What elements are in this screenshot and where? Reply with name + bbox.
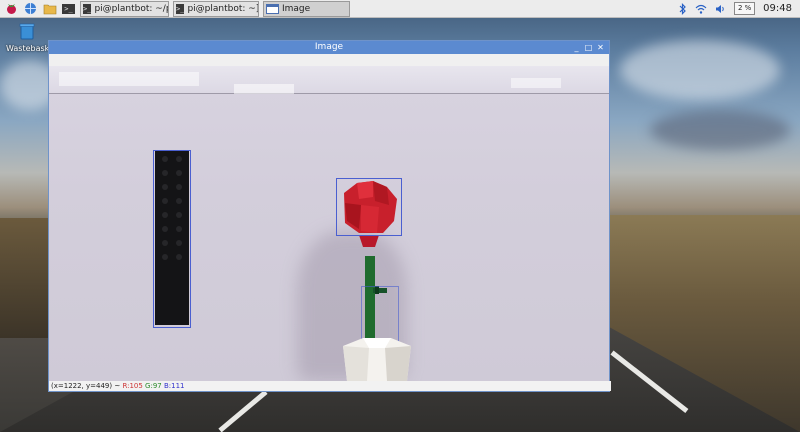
- wifi-icon[interactable]: [695, 4, 707, 14]
- camera-image[interactable]: [49, 66, 609, 381]
- clock[interactable]: 09:48: [763, 3, 792, 14]
- task-terminal-2[interactable]: >_ pi@plantbot: ~]: [173, 0, 259, 17]
- close-button[interactable]: ✕: [596, 43, 605, 52]
- maximize-button[interactable]: □: [584, 43, 593, 52]
- terminal-icon: >_: [83, 3, 92, 14]
- status-bar: (x=1222, y=449) ~ R:105 G:97 B:111: [49, 381, 611, 391]
- task-image-window[interactable]: Image: [263, 0, 350, 17]
- raspberry-menu-icon[interactable]: [4, 2, 19, 16]
- file-manager-icon[interactable]: [42, 2, 57, 16]
- green-value: G:97: [145, 382, 162, 390]
- trash-icon: [19, 23, 35, 40]
- system-tray: 2 % 09:48: [679, 0, 800, 17]
- terminal-icon: >_: [176, 3, 185, 14]
- image-window: Image _ □ ✕ (x=1222, y=449) ~ R:105 G:97…: [48, 40, 611, 392]
- blue-value: B:111: [163, 382, 185, 390]
- taskbar: >_ >_ pi@plantbot: ~/plant... >_ pi@plan…: [0, 0, 800, 18]
- detection-box-rose: [336, 178, 402, 236]
- minimize-button[interactable]: _: [572, 43, 581, 52]
- terminal-launcher-icon[interactable]: >_: [61, 2, 76, 16]
- task-terminal-1[interactable]: >_ pi@plantbot: ~/plant...: [80, 0, 169, 17]
- detection-box-plate: [153, 150, 191, 328]
- window-titlebar[interactable]: Image _ □ ✕: [49, 41, 609, 54]
- red-value: R:105: [122, 382, 143, 390]
- volume-icon[interactable]: [715, 4, 726, 14]
- window-icon: [266, 3, 279, 14]
- task-label: pi@plantbot: ~/plant...: [94, 3, 168, 14]
- bluetooth-icon[interactable]: [679, 2, 687, 15]
- wastebasket-label: Wastebasket: [6, 44, 58, 53]
- window-title: Image: [314, 42, 344, 52]
- task-label: Image: [282, 3, 311, 14]
- cpu-monitor[interactable]: 2 %: [734, 2, 756, 15]
- wastebasket-desktop-icon[interactable]: Wastebasket: [6, 22, 58, 53]
- white-lego-base: [341, 334, 413, 381]
- task-label: pi@plantbot: ~]: [187, 3, 259, 14]
- cursor-coords: (x=1222, y=449) ~: [51, 382, 121, 390]
- web-browser-icon[interactable]: [23, 2, 38, 16]
- window-toolbar: [49, 54, 609, 66]
